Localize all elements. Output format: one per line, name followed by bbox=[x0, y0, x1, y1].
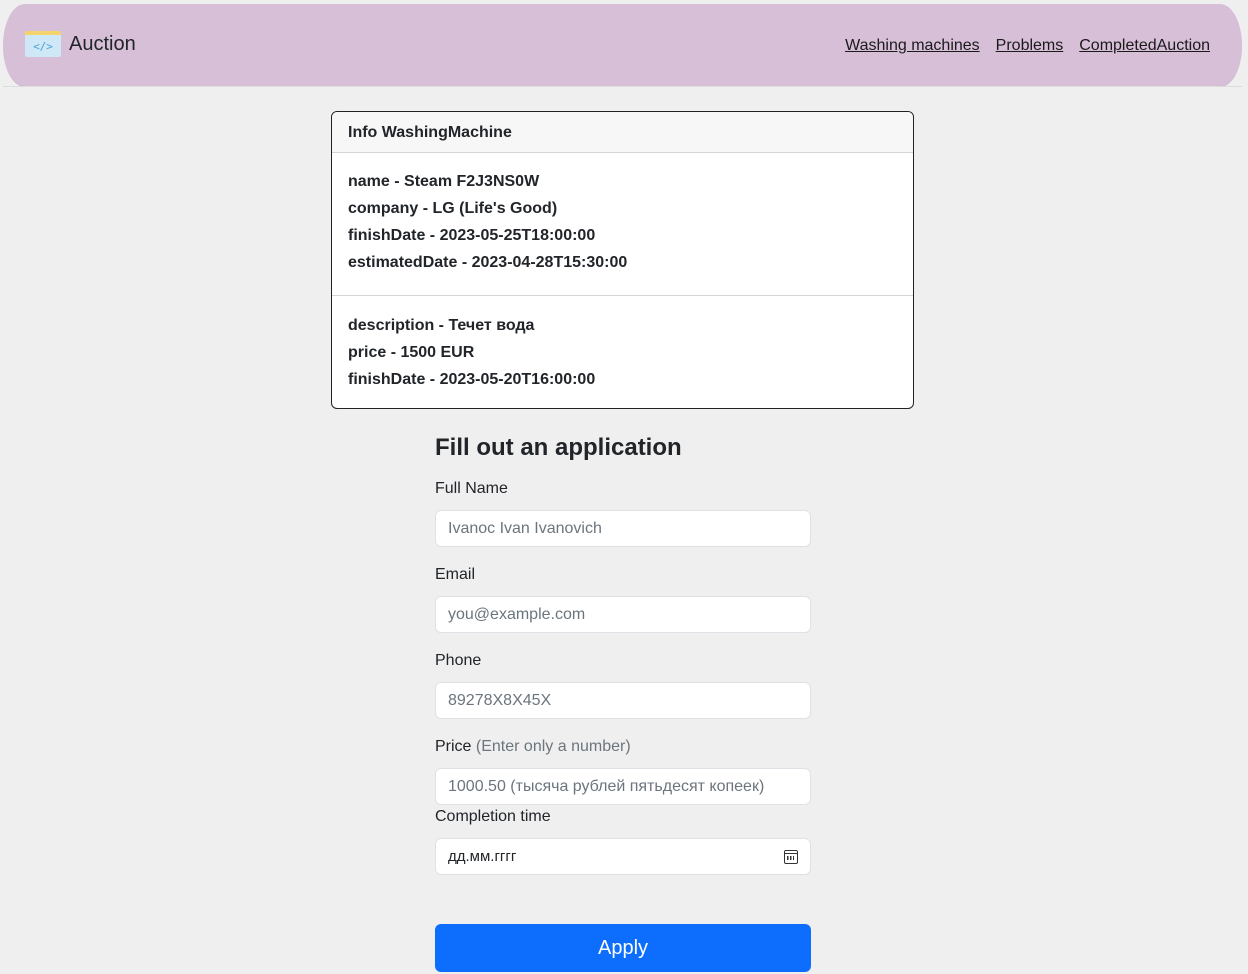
machine-company: company - LG (Life's Good) bbox=[348, 200, 558, 217]
completion-date-input[interactable]: дд.мм.гггг bbox=[435, 838, 811, 875]
full-name-input[interactable] bbox=[435, 510, 811, 547]
nav-link-washing-machines[interactable]: Washing machines bbox=[845, 37, 980, 55]
email-label: Email bbox=[435, 566, 476, 583]
code-window-icon: </> bbox=[25, 31, 61, 57]
price-input[interactable] bbox=[435, 768, 811, 805]
price-label: Price (Enter only a number) bbox=[435, 738, 631, 756]
application-form: Fill out an application Full Name Email … bbox=[435, 432, 811, 972]
phone-input[interactable] bbox=[435, 682, 811, 719]
navbar: </> Auction Washing machines Problems Co… bbox=[3, 4, 1242, 87]
info-card-title: Info WashingMachine bbox=[332, 112, 913, 153]
nav-links: Washing machines Problems CompletedAucti… bbox=[845, 37, 1210, 55]
problem-description: description - Течет вода bbox=[348, 317, 535, 334]
problem-info-section: description - Течет вода price - 1500 EU… bbox=[332, 296, 913, 393]
problem-price: price - 1500 EUR bbox=[348, 344, 475, 361]
nav-link-problems[interactable]: Problems bbox=[996, 37, 1064, 55]
completion-date-value: дд.мм.гггг bbox=[448, 848, 517, 865]
form-title: Fill out an application bbox=[435, 434, 682, 461]
machine-name: name - Steam F2J3NS0W bbox=[348, 173, 540, 190]
completion-time-label: Completion time bbox=[435, 808, 551, 825]
phone-label: Phone bbox=[435, 652, 482, 669]
brand[interactable]: </> Auction bbox=[25, 31, 136, 57]
machine-finish-date: finishDate - 2023-05-25T18:00:00 bbox=[348, 227, 596, 244]
machine-info-section: name - Steam F2J3NS0W company - LG (Life… bbox=[332, 153, 913, 296]
info-card: Info WashingMachine name - Steam F2J3NS0… bbox=[331, 111, 914, 409]
price-label-text: Price bbox=[435, 738, 472, 755]
machine-estimated-date: estimatedDate - 2023-04-28T15:30:00 bbox=[348, 254, 628, 271]
brand-name[interactable]: Auction bbox=[69, 33, 136, 56]
email-input[interactable] bbox=[435, 596, 811, 633]
calendar-icon[interactable] bbox=[784, 849, 798, 864]
nav-link-completed-auction[interactable]: CompletedAuction bbox=[1079, 37, 1210, 55]
apply-button[interactable]: Apply bbox=[435, 924, 811, 972]
navbar-divider bbox=[3, 86, 1242, 87]
price-hint: (Enter only a number) bbox=[475, 738, 631, 755]
problem-finish-date: finishDate - 2023-05-20T16:00:00 bbox=[348, 371, 596, 388]
full-name-label: Full Name bbox=[435, 480, 508, 497]
